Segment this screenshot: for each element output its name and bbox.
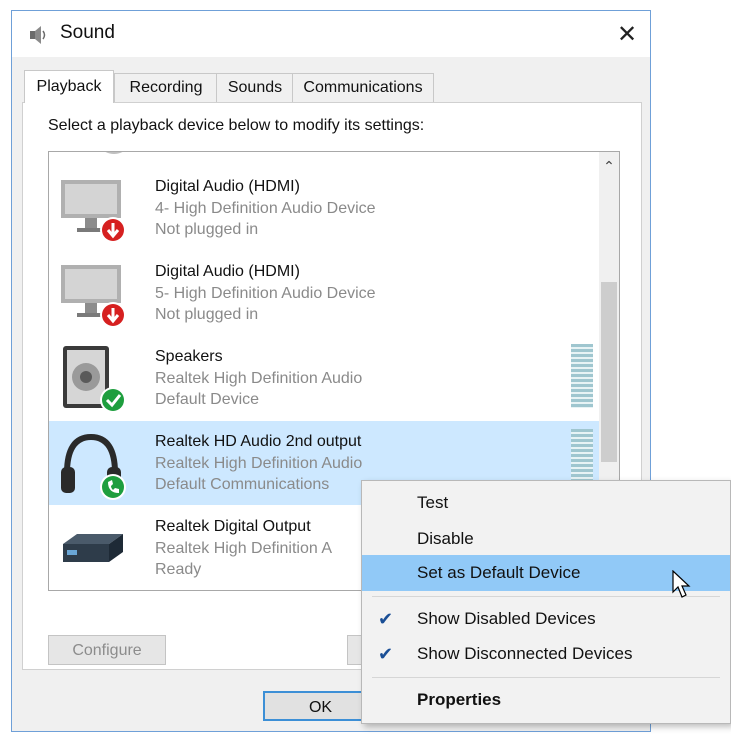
- menu-item-label: Test: [417, 493, 449, 512]
- speaker-icon: [105, 152, 123, 154]
- instruction-text: Select a playback device below to modify…: [48, 117, 425, 134]
- device-driver: Realtek High Definition Audio: [155, 455, 363, 472]
- tab-recording[interactable]: Recording: [114, 73, 218, 102]
- scroll-thumb[interactable]: [601, 282, 617, 462]
- context-menu: Test Disable Set as Default Device ✔ Sho…: [361, 480, 731, 724]
- menu-item-disable[interactable]: Disable: [362, 521, 730, 557]
- monitor-unplugged-icon: [61, 180, 126, 243]
- digital-output-icon: [63, 534, 123, 562]
- menu-item-test[interactable]: Test: [362, 485, 730, 521]
- close-button[interactable]: ✕: [604, 11, 650, 57]
- menu-item-show-disabled[interactable]: ✔ Show Disabled Devices: [362, 601, 730, 637]
- menu-item-label: Set as Default Device: [417, 563, 581, 582]
- device-status: Not plugged in: [155, 306, 259, 323]
- volume-meter: [571, 344, 593, 408]
- close-icon: ✕: [616, 20, 638, 48]
- device-item[interactable]: Speakers Realtek High Definition Audio D…: [49, 336, 601, 420]
- device-status: Not plugged in: [155, 221, 259, 238]
- monitor-unplugged-icon: [61, 265, 126, 328]
- menu-item-label: Show Disconnected Devices: [417, 644, 633, 663]
- device-status: Ready: [155, 561, 202, 578]
- tab-communications[interactable]: Communications: [292, 73, 434, 102]
- tab-sounds[interactable]: Sounds: [216, 73, 294, 102]
- device-driver: Realtek High Definition A: [155, 540, 332, 557]
- device-name: Digital Audio (HDMI): [155, 263, 300, 280]
- checkmark-icon: ✔: [378, 644, 394, 664]
- speaker-icon: [30, 26, 46, 44]
- title-bar: Sound ✕: [12, 11, 650, 57]
- device-name: Speakers: [155, 348, 223, 365]
- device-driver: 5- High Definition Audio Device: [155, 285, 376, 302]
- menu-item-label: Properties: [417, 690, 502, 709]
- device-item[interactable]: Digital Audio (HDMI) 4- High Definition …: [49, 166, 601, 250]
- device-name: Realtek Digital Output: [155, 518, 311, 535]
- menu-item-properties[interactable]: Properties: [362, 682, 730, 718]
- menu-item-label: Disable: [417, 529, 474, 548]
- device-item[interactable]: Digital Audio (HDMI) 5- High Definition …: [49, 251, 601, 335]
- device-status: Default Device: [155, 391, 260, 408]
- device-driver: 4- High Definition Audio Device: [155, 200, 376, 217]
- headphones-comm-icon: [61, 433, 126, 500]
- menu-separator: [372, 677, 720, 678]
- configure-button[interactable]: Configure: [48, 635, 166, 665]
- device-name: Digital Audio (HDMI): [155, 178, 300, 195]
- checkmark-icon: ✔: [378, 609, 394, 629]
- window-title: Sound: [60, 22, 115, 43]
- mouse-cursor-icon: [672, 570, 691, 598]
- tab-playback[interactable]: Playback: [24, 70, 114, 103]
- device-name: Realtek HD Audio 2nd output: [155, 433, 362, 450]
- menu-item-label: Show Disabled Devices: [417, 609, 596, 628]
- device-status: Default Communications: [155, 476, 330, 493]
- scroll-up-icon[interactable]: ⌃: [599, 152, 619, 180]
- speaker-default-icon: [63, 346, 126, 413]
- menu-item-show-disconnected[interactable]: ✔ Show Disconnected Devices: [362, 636, 730, 672]
- device-driver: Realtek High Definition Audio: [155, 370, 363, 387]
- menu-separator: [372, 596, 720, 597]
